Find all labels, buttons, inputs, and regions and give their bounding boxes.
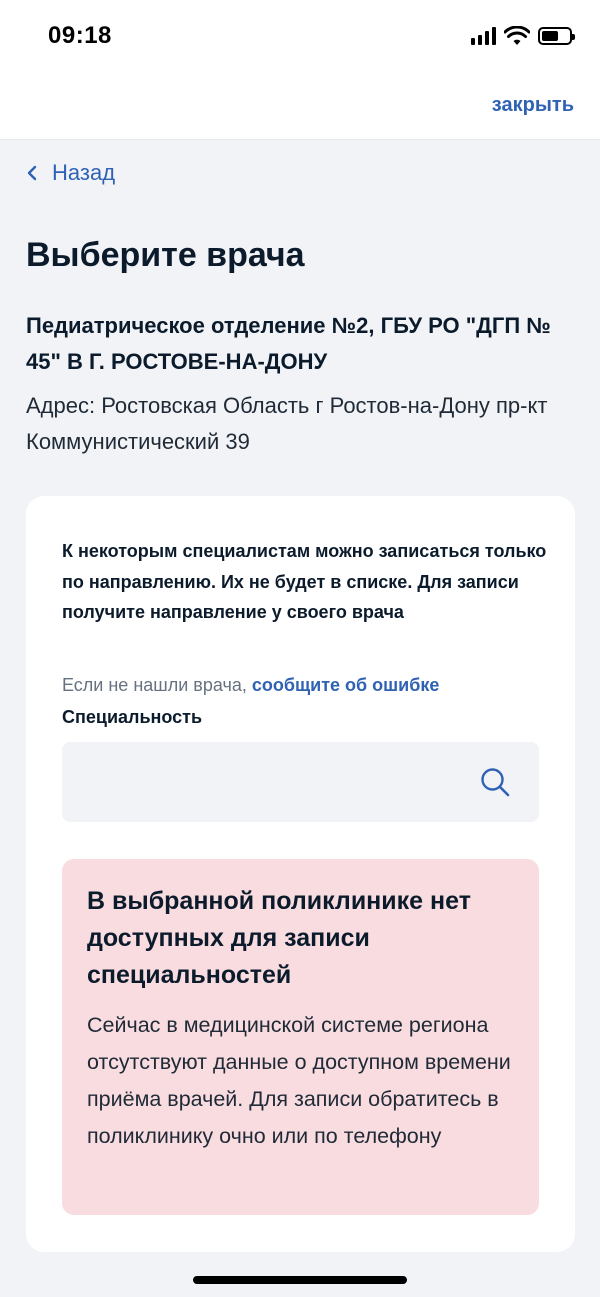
- signal-icon: [471, 27, 496, 45]
- alert-text: Сейчас в медицинской системе региона отс…: [87, 1013, 511, 1148]
- clinic-address: Адрес: Ростовская Область г Ростов-на-До…: [26, 393, 548, 454]
- status-bar: 09:18: [0, 0, 600, 76]
- wifi-icon: [504, 26, 530, 45]
- back-label: Назад: [52, 160, 116, 185]
- status-time: 09:18: [48, 22, 112, 49]
- search-icon[interactable]: [479, 766, 511, 798]
- page-title: Выберите врача: [26, 236, 305, 274]
- report-error-link[interactable]: сообщите об ошибке: [252, 675, 440, 695]
- close-button[interactable]: закрыть: [492, 94, 574, 117]
- no-specialties-alert: В выбранной поликлинике нет доступных дл…: [62, 859, 539, 1215]
- back-button[interactable]: Назад: [26, 160, 115, 186]
- home-indicator[interactable]: [193, 1276, 407, 1284]
- alert-title: В выбранной поликлинике нет доступных дл…: [87, 887, 471, 989]
- status-icons: [471, 26, 575, 46]
- top-bar: закрыть: [0, 76, 600, 140]
- chevron-left-icon: [27, 165, 37, 181]
- clinic-name: Педиатрическое отделение №2, ГБУ РО "ДГП…: [26, 313, 551, 374]
- specialty-search-input[interactable]: [62, 742, 539, 822]
- referral-note: К некоторым специалистам можно записатьс…: [62, 541, 547, 622]
- doctor-search-card: К некоторым специалистам можно записатьс…: [26, 496, 575, 1252]
- battery-icon: [538, 27, 575, 45]
- report-prefix: Если не нашли врача,: [62, 675, 252, 695]
- specialty-label: Специальность: [62, 707, 203, 727]
- report-error-line: Если не нашли врача, сообщите об ошибке: [62, 670, 552, 700]
